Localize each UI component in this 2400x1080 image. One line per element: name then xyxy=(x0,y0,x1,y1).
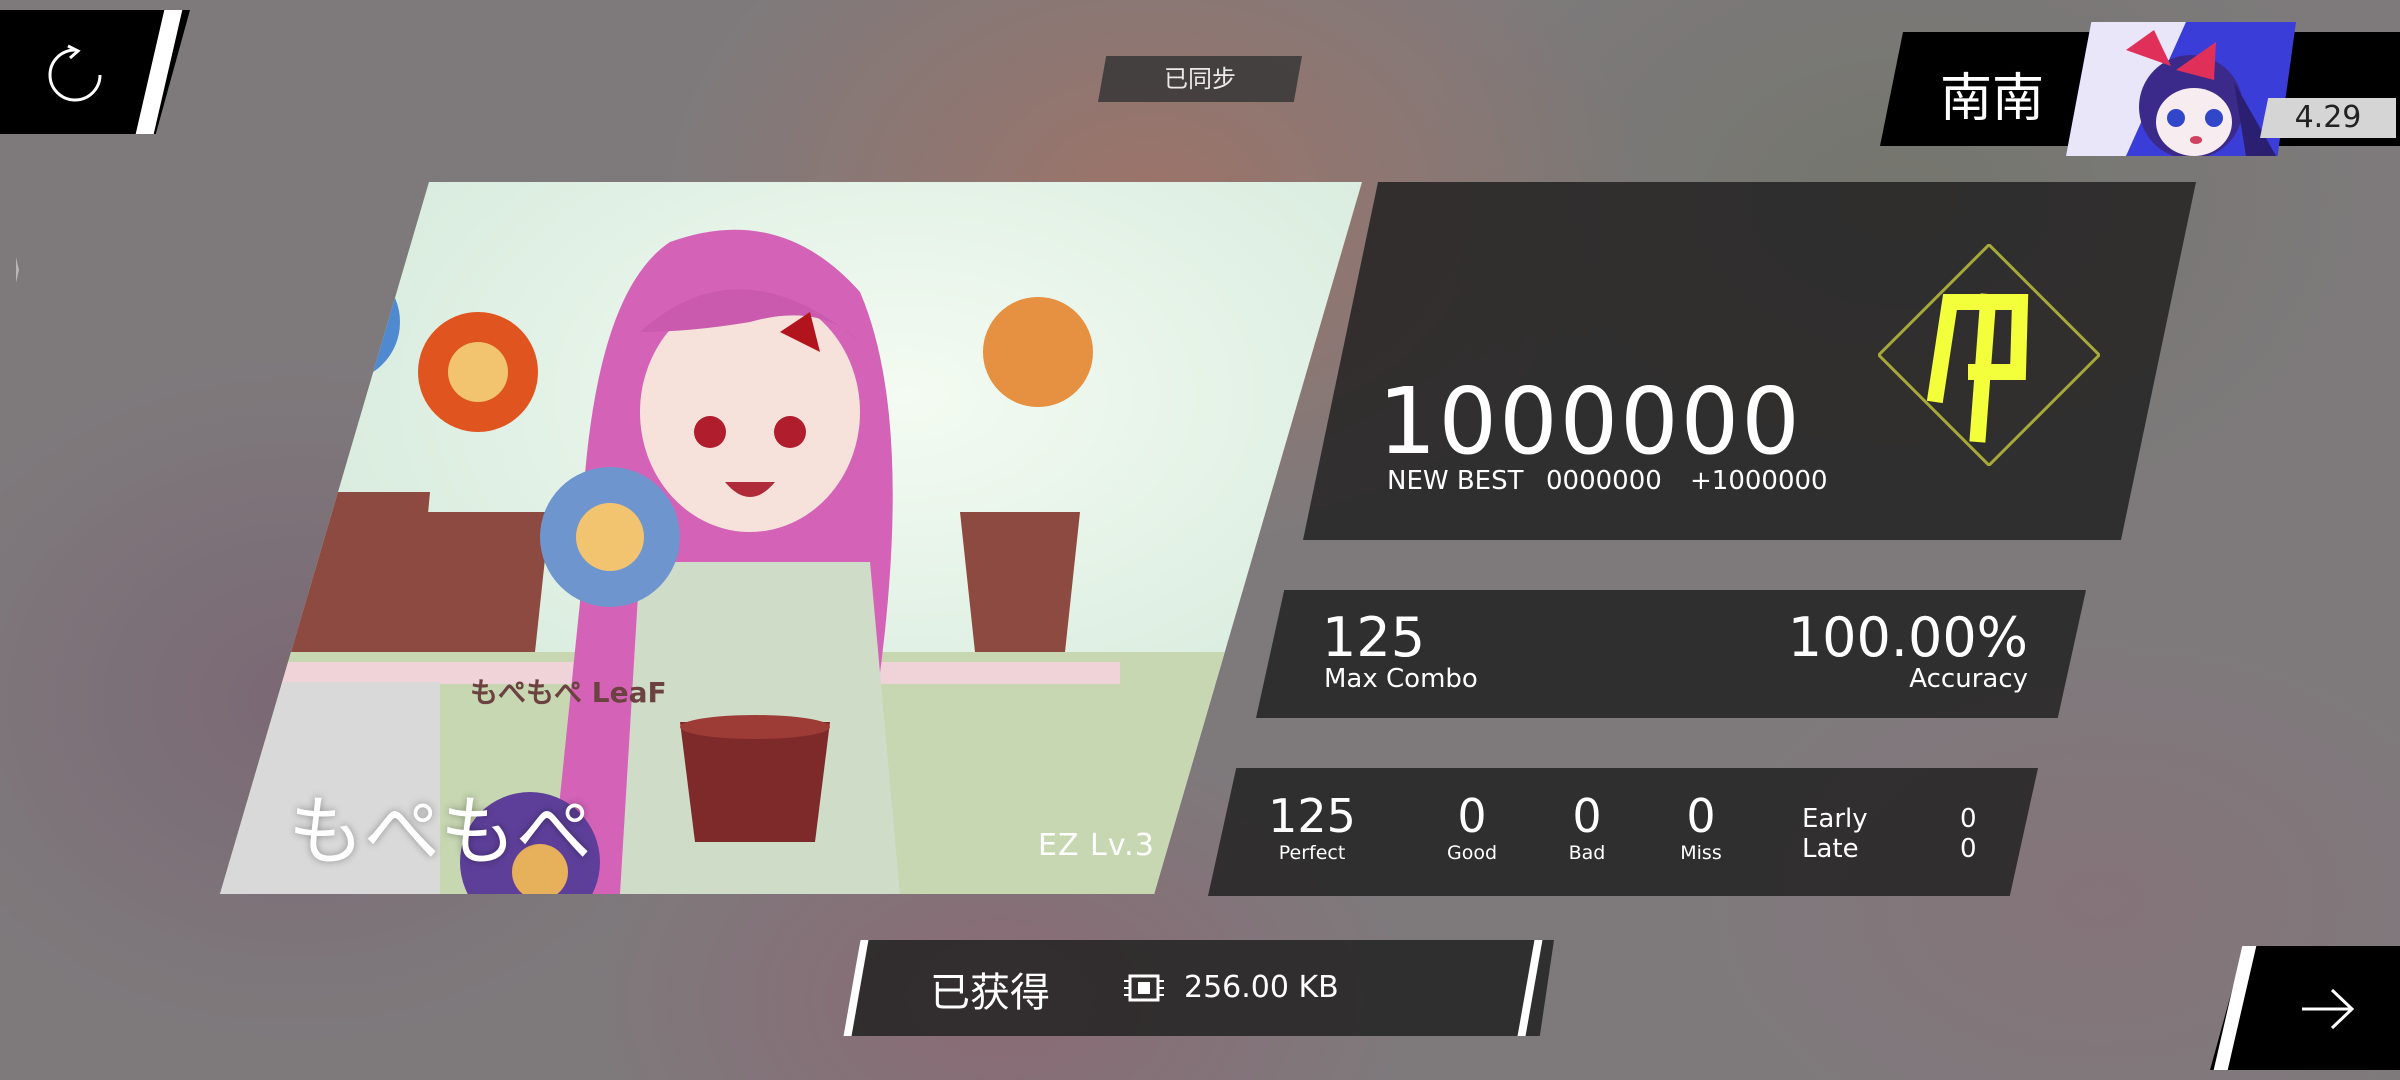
sync-status-badge: 已同步 xyxy=(1098,56,1302,102)
judge-good-label: Good xyxy=(1446,842,1498,864)
late-count: 0 xyxy=(1960,834,1977,864)
early-late-values: 0 0 xyxy=(1960,804,1977,864)
judge-bad: 0 Bad xyxy=(1532,792,1642,866)
flower-blue xyxy=(280,262,400,382)
data-size: 256.00 KB xyxy=(1184,970,1339,1005)
arrow-right-icon xyxy=(2302,988,2355,1030)
score-delta: +1000000 xyxy=(1690,466,1828,496)
obtained-label: 已获得 xyxy=(930,970,1050,1016)
artwork-caption: もぺもぺ LeaF xyxy=(470,676,667,709)
judge-perfect-count: 125 xyxy=(1268,789,1356,843)
judge-good: 0 Good xyxy=(1417,792,1527,866)
accuracy-label: Accuracy xyxy=(1909,664,2028,694)
early-count: 0 xyxy=(1960,804,1977,834)
retry-icon xyxy=(48,44,102,102)
judge-bad-label: Bad xyxy=(1568,842,1606,864)
flower-orange-right xyxy=(983,297,1093,407)
next-button[interactable] xyxy=(2210,946,2400,1070)
flower-orange xyxy=(418,312,538,432)
judge-good-count: 0 xyxy=(1457,789,1487,843)
judge-miss-label: Miss xyxy=(1680,842,1722,864)
grade-phi-icon xyxy=(1876,242,2102,468)
side-menu-handle[interactable] xyxy=(0,212,19,328)
score-value: 1000000 xyxy=(1378,368,1802,475)
player-name: 南南 xyxy=(1940,69,2045,129)
early-label: Early xyxy=(1802,804,1868,834)
judge-miss-count: 0 xyxy=(1686,789,1716,843)
judge-perfect: 125 Perfect xyxy=(1257,792,1367,866)
early-late-labels: Early Late xyxy=(1802,804,1868,864)
song-title: もぺもぺ xyxy=(288,787,592,876)
max-combo-value: 125 xyxy=(1322,606,1426,669)
reward-obtained-bar: 已获得 256.00 KB xyxy=(843,940,1554,1036)
rks-value: 4.29 xyxy=(2260,98,2396,138)
max-combo-label: Max Combo xyxy=(1324,664,1478,694)
late-label: Late xyxy=(1802,834,1859,864)
chip-icon xyxy=(1124,974,1164,1002)
previous-best-score: 0000000 xyxy=(1546,466,1662,496)
new-best-label: NEW BEST xyxy=(1387,466,1524,496)
accuracy-value: 100.00% xyxy=(1787,606,2028,669)
judge-bad-count: 0 xyxy=(1572,789,1602,843)
judge-miss: 0 Miss xyxy=(1646,792,1756,866)
retry-button[interactable] xyxy=(0,10,190,134)
song-difficulty-level: EZ Lv.3 xyxy=(1038,828,1155,863)
judge-perfect-label: Perfect xyxy=(1278,842,1346,864)
